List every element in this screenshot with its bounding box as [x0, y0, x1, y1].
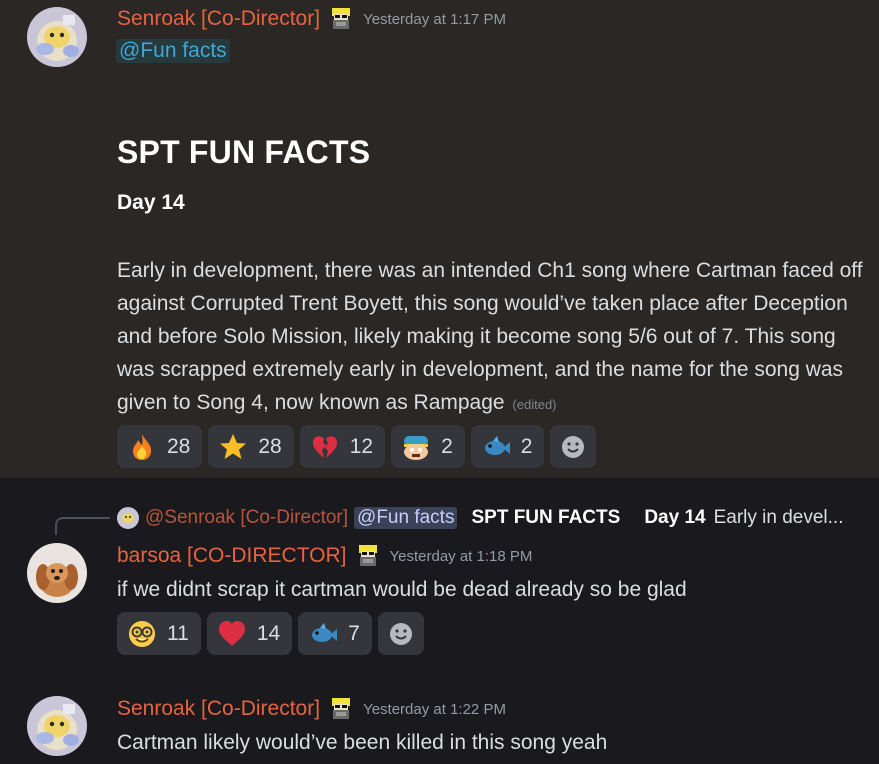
username[interactable]: barsoa [CO-DIRECTOR] [117, 544, 347, 568]
add-reaction-icon [560, 432, 586, 462]
reaction-broken-heart[interactable]: 12 [299, 425, 386, 468]
reaction-count: 12 [349, 434, 374, 458]
role-badge-icon [328, 6, 354, 32]
reactions-bar: 28 28 12 2 2 [117, 425, 597, 468]
reaction-nerd[interactable]: 11 [117, 612, 201, 655]
reaction-count: 28 [167, 434, 191, 458]
reaction-cartman[interactable]: 2 [391, 425, 465, 468]
message-header: barsoa [CO-DIRECTOR] Yesterday at 1:18 P… [117, 543, 532, 569]
message-heading: SPT FUN FACTS [117, 134, 371, 170]
reply-subheading: Day 14 [644, 507, 706, 528]
reply-text: Early in devel... [713, 507, 844, 528]
reply-avatar [117, 507, 139, 529]
reply-heading: SPT FUN FACTS [471, 507, 621, 528]
reaction-heart[interactable]: 14 [206, 612, 293, 655]
senroak-avatar[interactable] [27, 7, 87, 67]
red-heart-icon [217, 619, 247, 649]
reaction-star[interactable]: 28 [208, 425, 294, 468]
reaction-fish[interactable]: 2 [470, 425, 545, 468]
reaction-fish[interactable]: 7 [298, 612, 372, 655]
add-reaction-button[interactable] [377, 612, 424, 655]
timestamp: Yesterday at 1:18 PM [389, 547, 533, 565]
reaction-count: 2 [441, 434, 453, 458]
timestamp: Yesterday at 1:22 PM [363, 700, 506, 718]
message-header: Senroak [Co-Director] Yesterday at 1:22 … [117, 696, 506, 722]
reaction-count: 11 [167, 621, 189, 645]
reply-preview[interactable]: @Senroak [Co-Director] @Fun facts SPT FU… [117, 507, 879, 529]
reaction-count: 14 [256, 621, 281, 645]
star-icon [218, 432, 248, 462]
broken-heart-icon [310, 432, 340, 462]
reply-author[interactable]: @Senroak [Co-Director] [145, 507, 348, 529]
fish-icon [308, 619, 338, 649]
message-body: if we didnt scrap it cartman would be de… [117, 578, 687, 601]
cartman-icon [401, 432, 431, 462]
reactions-bar: 11 14 7 [117, 612, 424, 655]
reply-mention[interactable]: @Fun facts [354, 507, 458, 529]
message-1: Senroak [Co-Director] Yesterday at 1:17 … [0, 0, 879, 478]
edited-label: (edited) [512, 397, 557, 412]
role-mention[interactable]: @Fun facts [116, 39, 230, 63]
reaction-count: 2 [520, 434, 533, 458]
fish-icon [481, 432, 511, 462]
username[interactable]: Senroak [Co-Director] [117, 697, 320, 721]
message-header: Senroak [Co-Director] Yesterday at 1:17 … [117, 6, 506, 32]
nerd-face-icon [127, 619, 157, 649]
add-reaction-icon [388, 619, 414, 649]
timestamp: Yesterday at 1:17 PM [363, 10, 506, 28]
reply-connector [55, 517, 110, 535]
reaction-count: 28 [258, 434, 282, 458]
message-body: Early in development, there was an inten… [117, 259, 863, 414]
reaction-count: 7 [348, 621, 360, 645]
reaction-fire[interactable]: 28 [117, 425, 203, 468]
senroak-avatar[interactable] [27, 696, 87, 756]
message-body: Cartman likely would’ve been killed in t… [117, 731, 608, 754]
username[interactable]: Senroak [Co-Director] [117, 7, 320, 31]
add-reaction-button[interactable] [550, 425, 597, 468]
message-subheading: Day 14 [117, 191, 185, 214]
fire-icon [127, 432, 157, 462]
role-badge-icon [328, 696, 354, 722]
role-badge-icon [355, 543, 381, 569]
barsoa-avatar[interactable] [27, 543, 87, 603]
